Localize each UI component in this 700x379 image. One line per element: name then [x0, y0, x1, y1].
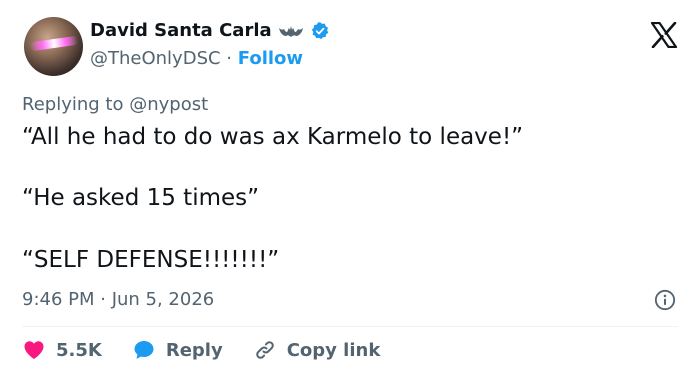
- author-handle-row: @TheOnlyDSC · Follow: [90, 48, 303, 69]
- tweet-card: David Santa Carla @TheOnlyDSC · Follow R…: [0, 0, 700, 379]
- author-display-name[interactable]: David Santa Carla: [90, 20, 272, 41]
- like-count: 5.5K: [56, 339, 102, 361]
- copy-link-button[interactable]: Copy link: [253, 338, 381, 362]
- info-icon[interactable]: [654, 289, 676, 311]
- reply-label: Reply: [165, 339, 223, 361]
- author-handle[interactable]: @TheOnlyDSC: [90, 48, 221, 69]
- action-bar: 5.5K Reply Copy link: [22, 338, 410, 362]
- avatar-glow: [29, 35, 79, 52]
- copy-link-label: Copy link: [286, 339, 381, 361]
- link-icon: [255, 341, 274, 359]
- like-button[interactable]: 5.5K: [22, 338, 102, 362]
- tweet-text-line: “All he had to do was ax Karmelo to leav…: [22, 124, 524, 150]
- reply-prefix: Replying to: [22, 94, 124, 115]
- reply-button[interactable]: Reply: [132, 338, 223, 362]
- replying-to: Replying to @nypost: [22, 94, 208, 115]
- tweet-text-line: “He asked 15 times”: [22, 185, 260, 211]
- divider: [22, 326, 678, 327]
- handle-separator: ·: [226, 48, 233, 69]
- author-name-row: David Santa Carla: [90, 20, 330, 41]
- bat-icon: [278, 25, 303, 37]
- reply-mention[interactable]: @nypost: [129, 94, 208, 115]
- tweet-text-line: “SELF DEFENSE!!!!!!!”: [22, 247, 280, 273]
- x-logo-icon[interactable]: [650, 22, 678, 48]
- follow-link[interactable]: Follow: [238, 48, 303, 69]
- avatar[interactable]: [24, 17, 83, 76]
- verified-badge-icon: [311, 21, 328, 39]
- reply-bubble-icon: [134, 341, 154, 359]
- tweet-timestamp[interactable]: 9:46 PM · Jun 5, 2026: [22, 289, 214, 310]
- heart-icon: [24, 341, 44, 359]
